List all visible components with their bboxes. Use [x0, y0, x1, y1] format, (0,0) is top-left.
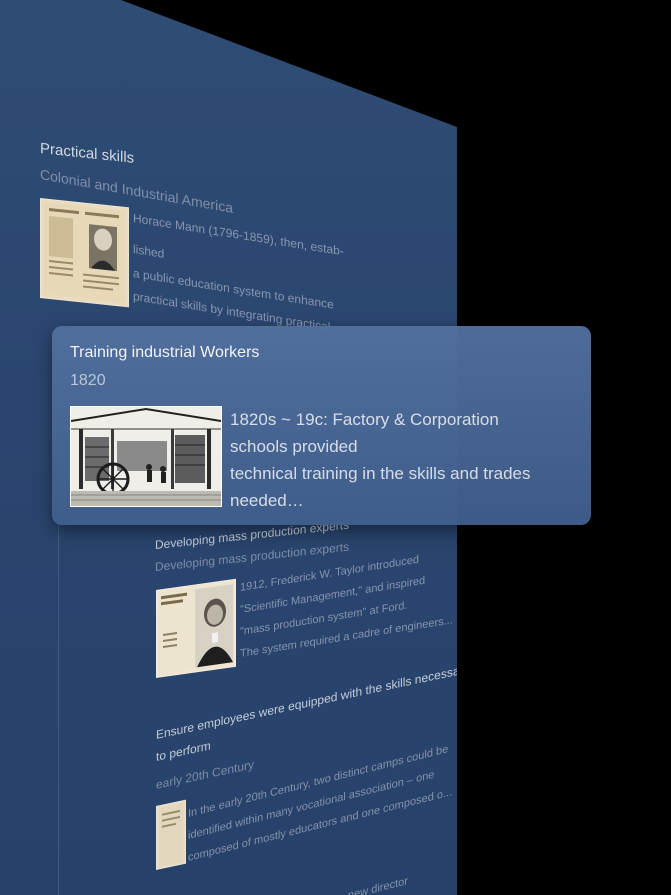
taylor-book-thumbnail — [156, 578, 236, 678]
section1-text-line-1: Horace Mann (1796-1859), then, estab- — [133, 211, 344, 259]
factory-illustration — [70, 407, 222, 506]
card-description: 1820s ~ 19c: Factory & Corporation schoo… — [230, 406, 570, 514]
portrait-document-image — [44, 202, 125, 303]
screen: Practical skills Colonial and Industrial… — [0, 0, 671, 895]
card-description-line-2: schools provided — [230, 437, 358, 456]
vocational-document-thumbnail — [156, 799, 186, 870]
card-year: 1820 — [70, 372, 106, 389]
timeline-event-card[interactable]: Training industrial Workers 1820 1820s ~… — [52, 326, 591, 525]
horace-mann-thumbnail — [40, 198, 129, 308]
footer-text-fragment: new director — [348, 875, 408, 895]
card-description-line-4: needed… — [230, 491, 304, 510]
card-title: Training industrial Workers — [70, 344, 260, 361]
card-description-line-3: technical training in the skills and tra… — [230, 464, 531, 483]
card-description-line-1: 1820s ~ 19c: Factory & Corporation — [230, 410, 499, 429]
section-title-ensure-employees-line-2: to perform — [156, 738, 211, 764]
document-image — [159, 803, 183, 867]
section-subtitle-early-20th: early 20th Century — [156, 757, 255, 792]
frederick-taylor-portrait-image — [159, 582, 233, 675]
factory-engraving-image — [70, 406, 222, 507]
section-title-practical-skills: Practical skills — [40, 140, 135, 167]
timeline-connector-line — [58, 520, 59, 895]
section1-text-line-2: lished — [133, 242, 165, 261]
section-title-ensure-employees-line-1: Ensure employees were equipped with the … — [156, 661, 470, 742]
